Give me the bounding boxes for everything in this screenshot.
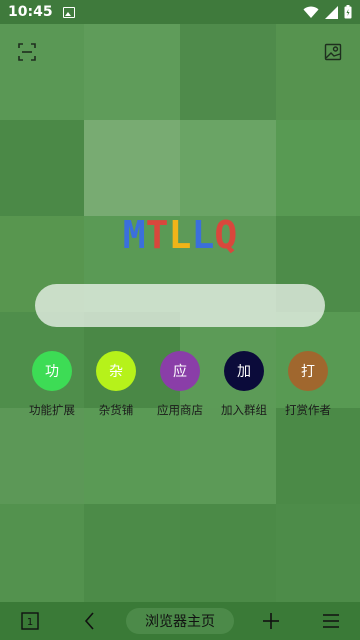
image-icon	[324, 43, 342, 61]
tabs-icon: 1	[21, 612, 39, 630]
battery-icon	[344, 5, 352, 19]
shortcut-join-group[interactable]: 加 加入群组	[212, 351, 276, 418]
shortcut-feature-extensions[interactable]: 功 功能扩展	[20, 351, 84, 418]
logo-letter: L	[168, 213, 192, 257]
search-input[interactable]	[35, 284, 325, 327]
scan-icon	[18, 43, 36, 61]
status-bar: 10:45	[0, 0, 360, 24]
shortcut-tip-author[interactable]: 打 打赏作者	[276, 351, 340, 418]
shortcut-label: 加入群组	[221, 403, 267, 417]
home-label: 浏览器主页	[145, 614, 215, 630]
shortcut-icon: 应	[160, 351, 200, 391]
shortcut-icon: 杂	[96, 351, 136, 391]
back-button[interactable]	[70, 602, 110, 640]
scan-button[interactable]	[15, 40, 39, 64]
logo-letter: M	[122, 213, 146, 257]
plus-icon	[263, 613, 279, 629]
wifi-icon	[303, 6, 319, 18]
shortcut-label: 应用商店	[157, 403, 203, 417]
logo-letter: Q	[214, 213, 238, 257]
menu-button[interactable]	[311, 602, 351, 640]
shortcut-label: 打赏作者	[285, 403, 331, 417]
image-notification-icon	[62, 6, 75, 18]
signal-icon	[325, 5, 338, 19]
tab-count: 1	[27, 617, 33, 628]
new-tab-button[interactable]	[251, 602, 291, 640]
status-time: 10:45	[8, 4, 53, 20]
wallpaper-button[interactable]	[321, 40, 345, 64]
tabs-button[interactable]: 1	[10, 602, 50, 640]
home-button[interactable]: 浏览器主页	[126, 608, 234, 634]
shortcut-grocery-store[interactable]: 杂 杂货铺	[84, 351, 148, 418]
chevron-left-icon	[84, 612, 94, 630]
shortcut-icon: 打	[288, 351, 328, 391]
shortcut-icon: 加	[224, 351, 264, 391]
shortcut-app-store[interactable]: 应 应用商店	[148, 351, 212, 418]
shortcut-icon: 功	[32, 351, 72, 391]
logo-letter: L	[191, 213, 215, 257]
app-logo: M T L L Q	[0, 210, 360, 260]
menu-icon	[323, 614, 339, 628]
shortcut-label: 功能扩展	[29, 403, 75, 417]
bottom-toolbar: 1 浏览器主页	[0, 602, 360, 640]
logo-letter: T	[145, 213, 169, 257]
shortcut-label: 杂货铺	[98, 403, 134, 417]
shortcut-row: 功 功能扩展 杂 杂货铺 应 应用商店 加 加入群组 打 打赏作者	[20, 351, 340, 418]
